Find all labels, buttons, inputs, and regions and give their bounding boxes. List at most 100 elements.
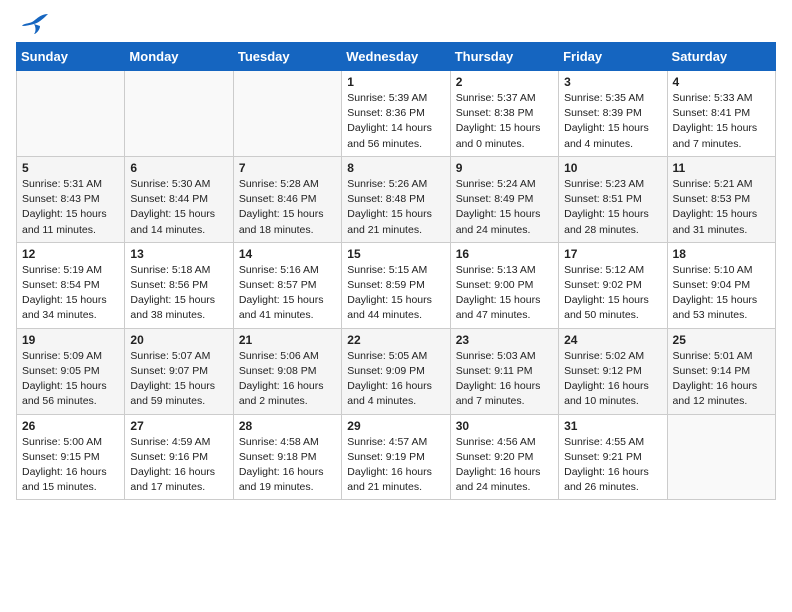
day-info: Sunrise: 5:39 AM Sunset: 8:36 PM Dayligh… bbox=[347, 91, 444, 152]
logo bbox=[16, 16, 50, 36]
day-number: 11 bbox=[673, 161, 770, 175]
day-number: 8 bbox=[347, 161, 444, 175]
calendar-cell: 3 Sunrise: 5:35 AM Sunset: 8:39 PM Daylig… bbox=[559, 71, 667, 157]
calendar-week-row: 19 Sunrise: 5:09 AM Sunset: 9:05 PM Dayli… bbox=[17, 328, 776, 414]
calendar-week-row: 1 Sunrise: 5:39 AM Sunset: 8:36 PM Daylig… bbox=[17, 71, 776, 157]
day-number: 30 bbox=[456, 419, 553, 433]
calendar-header-row: SundayMondayTuesdayWednesdayThursdayFrid… bbox=[17, 43, 776, 71]
calendar-table: SundayMondayTuesdayWednesdayThursdayFrid… bbox=[16, 42, 776, 500]
calendar-cell: 18Sunrise: 5:10 AM Sunset: 9:04 PM Dayli… bbox=[667, 242, 775, 328]
day-info: Sunrise: 5:09 AM Sunset: 9:05 PM Dayligh… bbox=[22, 349, 119, 410]
day-number: 20 bbox=[130, 333, 227, 347]
day-number: 27 bbox=[130, 419, 227, 433]
calendar-cell: 26 Sunrise: 5:00 AM Sunset: 9:15 PM Dayli… bbox=[17, 414, 125, 500]
calendar-cell: 16 Sunrise: 5:13 AM Sunset: 9:00 PM Dayli… bbox=[450, 242, 558, 328]
weekday-header-friday: Friday bbox=[559, 43, 667, 71]
day-info: Sunrise: 4:55 AM Sunset: 9:21 PM Dayligh… bbox=[564, 435, 661, 496]
day-info: Sunrise: 5:06 AM Sunset: 9:08 PM Dayligh… bbox=[239, 349, 336, 410]
day-info: Sunrise: 5:01 AM Sunset: 9:14 PM Dayligh… bbox=[673, 349, 770, 410]
day-number: 25 bbox=[673, 333, 770, 347]
day-info: Sunrise: 5:03 AM Sunset: 9:11 PM Dayligh… bbox=[456, 349, 553, 410]
calendar-cell: 30 Sunrise: 4:56 AM Sunset: 9:20 PM Dayli… bbox=[450, 414, 558, 500]
day-info: Sunrise: 5:26 AM Sunset: 8:48 PM Dayligh… bbox=[347, 177, 444, 238]
calendar-week-row: 12 Sunrise: 5:19 AM Sunset: 8:54 PM Dayli… bbox=[17, 242, 776, 328]
calendar-cell: 14Sunrise: 5:16 AM Sunset: 8:57 PM Dayli… bbox=[233, 242, 341, 328]
day-number: 12 bbox=[22, 247, 119, 261]
calendar-cell bbox=[17, 71, 125, 157]
day-info: Sunrise: 5:02 AM Sunset: 9:12 PM Dayligh… bbox=[564, 349, 661, 410]
calendar-cell: 31 Sunrise: 4:55 AM Sunset: 9:21 PM Dayli… bbox=[559, 414, 667, 500]
weekday-header-tuesday: Tuesday bbox=[233, 43, 341, 71]
day-info: Sunrise: 4:58 AM Sunset: 9:18 PM Dayligh… bbox=[239, 435, 336, 496]
day-number: 1 bbox=[347, 75, 444, 89]
weekday-header-monday: Monday bbox=[125, 43, 233, 71]
day-number: 4 bbox=[673, 75, 770, 89]
calendar-cell: 1 Sunrise: 5:39 AM Sunset: 8:36 PM Daylig… bbox=[342, 71, 450, 157]
day-info: Sunrise: 5:23 AM Sunset: 8:51 PM Dayligh… bbox=[564, 177, 661, 238]
day-number: 15 bbox=[347, 247, 444, 261]
weekday-header-saturday: Saturday bbox=[667, 43, 775, 71]
weekday-header-sunday: Sunday bbox=[17, 43, 125, 71]
calendar-cell: 4 Sunrise: 5:33 AM Sunset: 8:41 PM Daylig… bbox=[667, 71, 775, 157]
day-number: 26 bbox=[22, 419, 119, 433]
day-number: 13 bbox=[130, 247, 227, 261]
day-info: Sunrise: 5:19 AM Sunset: 8:54 PM Dayligh… bbox=[22, 263, 119, 324]
bird-icon bbox=[20, 12, 50, 36]
calendar-cell: 24Sunrise: 5:02 AM Sunset: 9:12 PM Dayli… bbox=[559, 328, 667, 414]
calendar-cell: 21 Sunrise: 5:06 AM Sunset: 9:08 PM Dayli… bbox=[233, 328, 341, 414]
day-number: 6 bbox=[130, 161, 227, 175]
calendar-cell: 5 Sunrise: 5:31 AM Sunset: 8:43 PM Daylig… bbox=[17, 156, 125, 242]
day-number: 22 bbox=[347, 333, 444, 347]
calendar-cell: 12 Sunrise: 5:19 AM Sunset: 8:54 PM Dayli… bbox=[17, 242, 125, 328]
calendar-cell: 6 Sunrise: 5:30 AM Sunset: 8:44 PM Daylig… bbox=[125, 156, 233, 242]
day-number: 3 bbox=[564, 75, 661, 89]
calendar-cell bbox=[125, 71, 233, 157]
calendar-cell: 27Sunrise: 4:59 AM Sunset: 9:16 PM Dayli… bbox=[125, 414, 233, 500]
day-info: Sunrise: 5:00 AM Sunset: 9:15 PM Dayligh… bbox=[22, 435, 119, 496]
day-info: Sunrise: 5:16 AM Sunset: 8:57 PM Dayligh… bbox=[239, 263, 336, 324]
day-number: 9 bbox=[456, 161, 553, 175]
day-number: 28 bbox=[239, 419, 336, 433]
calendar-cell: 23 Sunrise: 5:03 AM Sunset: 9:11 PM Dayli… bbox=[450, 328, 558, 414]
calendar-cell bbox=[667, 414, 775, 500]
calendar-cell: 15 Sunrise: 5:15 AM Sunset: 8:59 PM Dayli… bbox=[342, 242, 450, 328]
day-number: 5 bbox=[22, 161, 119, 175]
calendar-cell: 19 Sunrise: 5:09 AM Sunset: 9:05 PM Dayli… bbox=[17, 328, 125, 414]
calendar-cell: 11Sunrise: 5:21 AM Sunset: 8:53 PM Dayli… bbox=[667, 156, 775, 242]
day-number: 16 bbox=[456, 247, 553, 261]
day-info: Sunrise: 5:12 AM Sunset: 9:02 PM Dayligh… bbox=[564, 263, 661, 324]
weekday-header-row: SundayMondayTuesdayWednesdayThursdayFrid… bbox=[17, 43, 776, 71]
calendar-cell: 8 Sunrise: 5:26 AM Sunset: 8:48 PM Daylig… bbox=[342, 156, 450, 242]
weekday-header-wednesday: Wednesday bbox=[342, 43, 450, 71]
calendar-cell: 2 Sunrise: 5:37 AM Sunset: 8:38 PM Daylig… bbox=[450, 71, 558, 157]
calendar-cell: 13Sunrise: 5:18 AM Sunset: 8:56 PM Dayli… bbox=[125, 242, 233, 328]
day-number: 2 bbox=[456, 75, 553, 89]
calendar-cell bbox=[233, 71, 341, 157]
day-number: 19 bbox=[22, 333, 119, 347]
day-number: 29 bbox=[347, 419, 444, 433]
day-info: Sunrise: 5:28 AM Sunset: 8:46 PM Dayligh… bbox=[239, 177, 336, 238]
calendar-week-row: 26 Sunrise: 5:00 AM Sunset: 9:15 PM Dayli… bbox=[17, 414, 776, 500]
calendar-cell: 29 Sunrise: 4:57 AM Sunset: 9:19 PM Dayli… bbox=[342, 414, 450, 500]
calendar-cell: 25 Sunrise: 5:01 AM Sunset: 9:14 PM Dayli… bbox=[667, 328, 775, 414]
day-info: Sunrise: 5:15 AM Sunset: 8:59 PM Dayligh… bbox=[347, 263, 444, 324]
day-number: 17 bbox=[564, 247, 661, 261]
day-info: Sunrise: 4:57 AM Sunset: 9:19 PM Dayligh… bbox=[347, 435, 444, 496]
day-number: 21 bbox=[239, 333, 336, 347]
day-info: Sunrise: 5:37 AM Sunset: 8:38 PM Dayligh… bbox=[456, 91, 553, 152]
day-info: Sunrise: 5:33 AM Sunset: 8:41 PM Dayligh… bbox=[673, 91, 770, 152]
day-info: Sunrise: 5:30 AM Sunset: 8:44 PM Dayligh… bbox=[130, 177, 227, 238]
day-info: Sunrise: 5:35 AM Sunset: 8:39 PM Dayligh… bbox=[564, 91, 661, 152]
calendar-cell: 22 Sunrise: 5:05 AM Sunset: 9:09 PM Dayli… bbox=[342, 328, 450, 414]
day-info: Sunrise: 5:13 AM Sunset: 9:00 PM Dayligh… bbox=[456, 263, 553, 324]
day-info: Sunrise: 5:05 AM Sunset: 9:09 PM Dayligh… bbox=[347, 349, 444, 410]
calendar-body: 1 Sunrise: 5:39 AM Sunset: 8:36 PM Daylig… bbox=[17, 71, 776, 500]
day-number: 31 bbox=[564, 419, 661, 433]
calendar-cell: 20Sunrise: 5:07 AM Sunset: 9:07 PM Dayli… bbox=[125, 328, 233, 414]
day-info: Sunrise: 5:10 AM Sunset: 9:04 PM Dayligh… bbox=[673, 263, 770, 324]
day-info: Sunrise: 4:56 AM Sunset: 9:20 PM Dayligh… bbox=[456, 435, 553, 496]
day-number: 7 bbox=[239, 161, 336, 175]
day-info: Sunrise: 5:31 AM Sunset: 8:43 PM Dayligh… bbox=[22, 177, 119, 238]
day-number: 23 bbox=[456, 333, 553, 347]
calendar-cell: 7 Sunrise: 5:28 AM Sunset: 8:46 PM Daylig… bbox=[233, 156, 341, 242]
